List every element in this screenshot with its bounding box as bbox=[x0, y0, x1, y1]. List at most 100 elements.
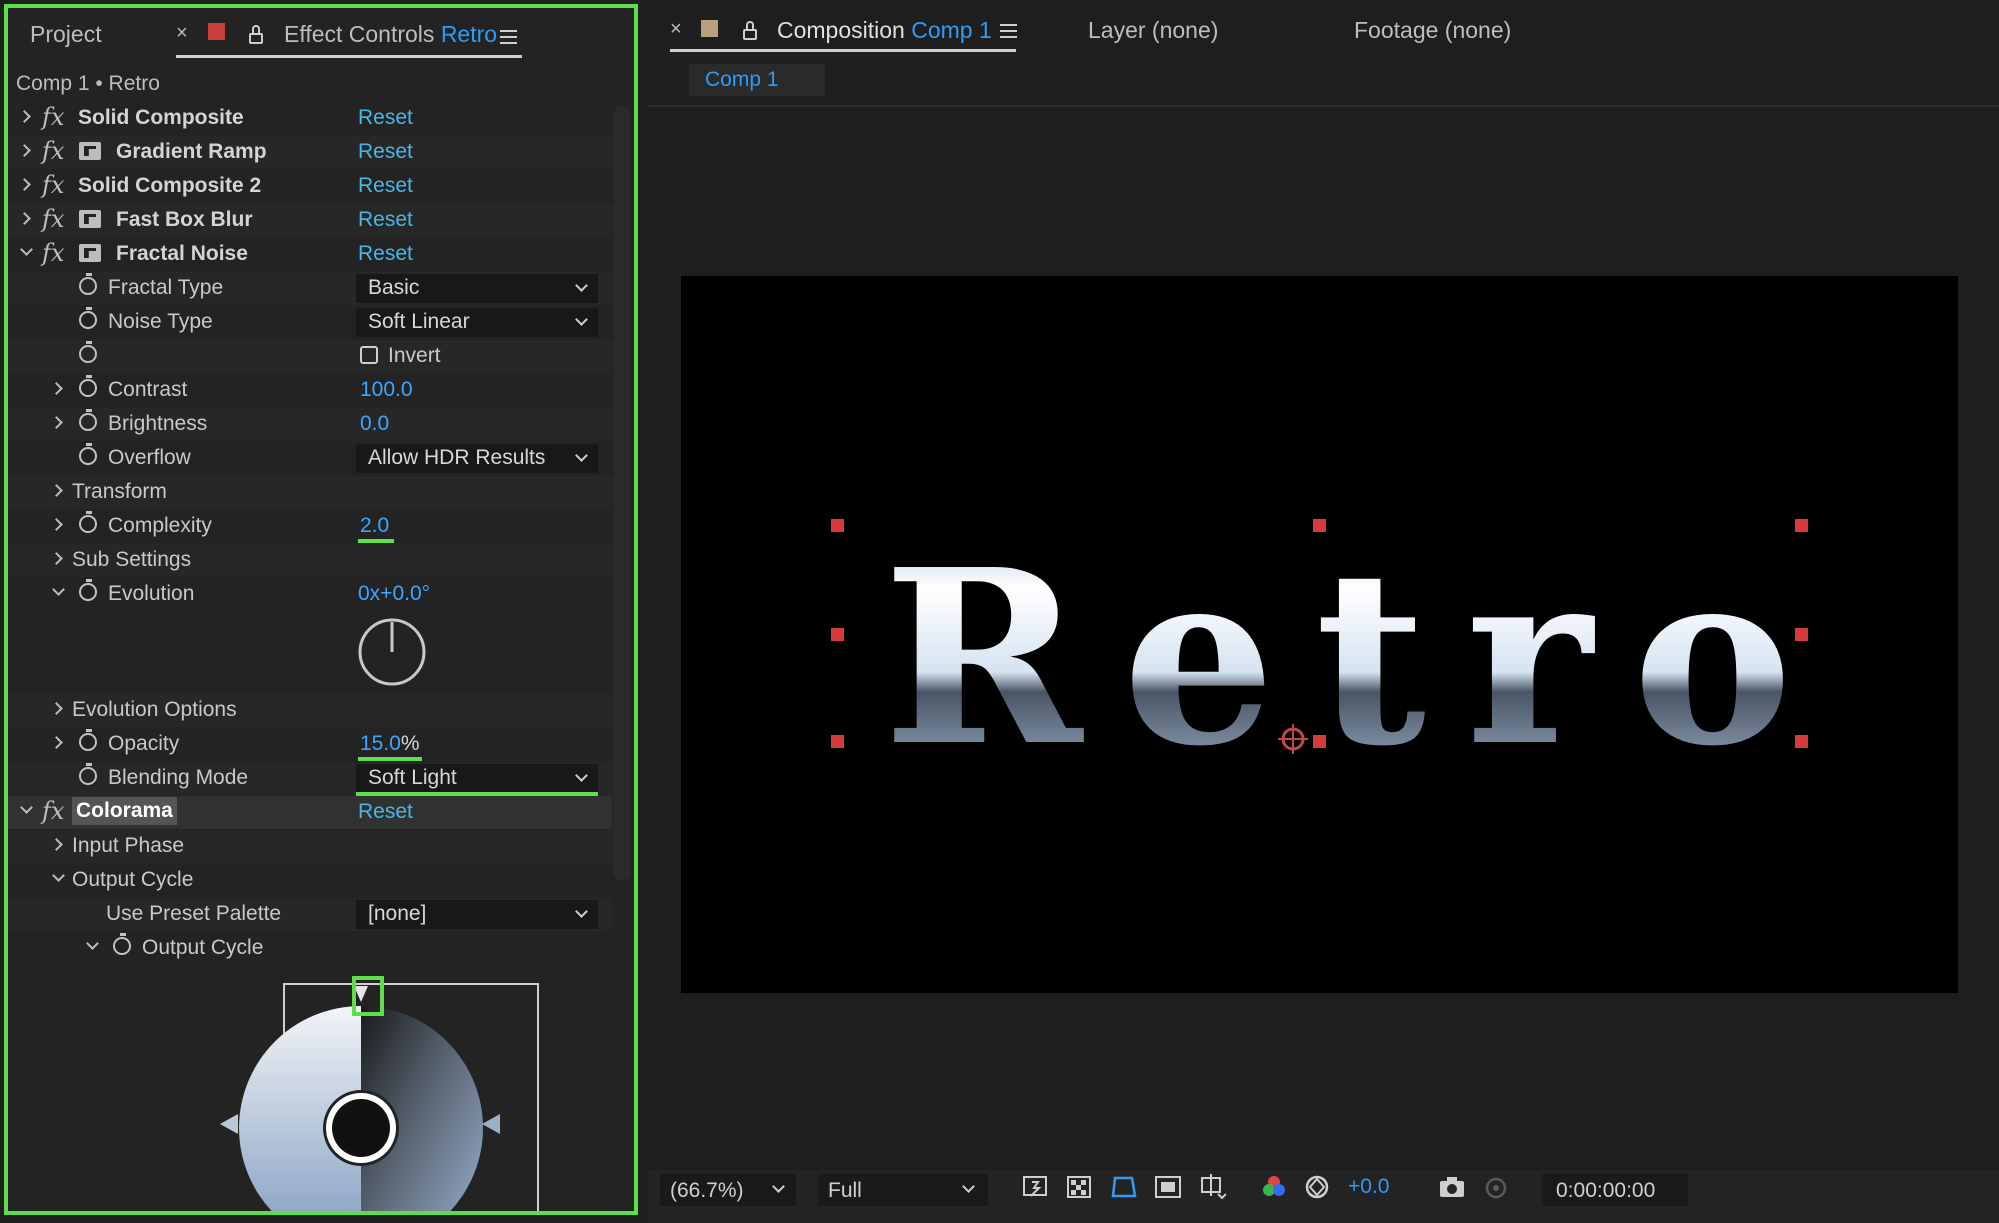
effect-row-solid-composite[interactable]: fx Solid Composite Reset bbox=[8, 102, 612, 135]
chevron-right-icon[interactable] bbox=[50, 382, 63, 395]
exposure-value[interactable]: +0.0 bbox=[1348, 1175, 1389, 1199]
tab-layer[interactable]: Layer (none) bbox=[1088, 17, 1218, 44]
fx-icon[interactable]: fx bbox=[42, 137, 64, 165]
transform-handle[interactable] bbox=[1795, 519, 1808, 532]
property-row-transform[interactable]: Transform bbox=[8, 476, 612, 509]
transparency-grid-icon[interactable] bbox=[1066, 1174, 1094, 1200]
chevron-down-icon[interactable] bbox=[20, 243, 33, 256]
evolution-value[interactable]: 0x+0.0° bbox=[358, 582, 430, 606]
reset-button[interactable]: Reset bbox=[358, 106, 413, 130]
chevron-down-icon[interactable] bbox=[52, 583, 65, 596]
grid-guides-icon[interactable] bbox=[1198, 1174, 1226, 1200]
stopwatch-icon[interactable] bbox=[79, 579, 97, 601]
reset-button[interactable]: Reset bbox=[358, 140, 413, 164]
vertical-scrollbar[interactable] bbox=[613, 106, 631, 881]
close-icon[interactable]: × bbox=[176, 22, 188, 45]
fx-icon[interactable]: fx bbox=[42, 103, 64, 131]
stopwatch-icon[interactable] bbox=[79, 307, 97, 329]
chevron-down-icon[interactable] bbox=[86, 937, 99, 950]
tab-effect-controls[interactable]: Effect Controls Retro bbox=[284, 21, 497, 48]
reset-button[interactable]: Reset bbox=[358, 174, 413, 198]
anchor-point-icon[interactable] bbox=[1276, 722, 1310, 756]
blending-mode-dropdown[interactable]: Soft Light bbox=[356, 764, 598, 793]
reset-button[interactable]: Reset bbox=[358, 208, 413, 232]
panel-menu-icon[interactable] bbox=[1000, 24, 1017, 38]
effect-row-solid-composite-2[interactable]: fx Solid Composite 2 Reset bbox=[8, 170, 612, 203]
lock-icon[interactable] bbox=[743, 21, 757, 40]
lock-icon[interactable] bbox=[249, 25, 263, 44]
channel-icon[interactable] bbox=[1260, 1174, 1288, 1200]
property-row-output-cycle-group[interactable]: Output Cycle bbox=[8, 864, 612, 897]
noise-type-dropdown[interactable]: Soft Linear bbox=[356, 308, 598, 337]
reset-button[interactable]: Reset bbox=[358, 800, 413, 824]
tab-project[interactable]: Project bbox=[30, 21, 102, 48]
zoom-dropdown[interactable]: (66.7%) bbox=[660, 1174, 796, 1206]
chevron-right-icon[interactable] bbox=[18, 212, 31, 225]
stopwatch-icon[interactable] bbox=[79, 511, 97, 533]
effect-row-fast-box-blur[interactable]: fx Fast Box Blur Reset bbox=[8, 204, 612, 237]
complexity-value[interactable]: 2.0 bbox=[360, 514, 389, 538]
chevron-right-icon[interactable] bbox=[50, 484, 63, 497]
stopwatch-icon[interactable] bbox=[113, 933, 131, 955]
stopwatch-icon[interactable] bbox=[79, 341, 97, 363]
chevron-right-icon[interactable] bbox=[50, 702, 63, 715]
invert-checkbox[interactable] bbox=[360, 346, 378, 364]
chevron-right-icon[interactable] bbox=[50, 838, 63, 851]
transform-handle[interactable] bbox=[831, 519, 844, 532]
preset-palette-dropdown[interactable]: [none] bbox=[356, 900, 598, 929]
fx-icon[interactable]: fx bbox=[42, 171, 64, 199]
retro-text-layer[interactable]: Retro bbox=[883, 517, 1833, 799]
property-row-evolution-options[interactable]: Evolution Options bbox=[8, 694, 612, 727]
fx-icon[interactable]: fx bbox=[42, 239, 64, 267]
exposure-reset-icon[interactable] bbox=[1304, 1174, 1332, 1200]
contrast-value[interactable]: 100.0 bbox=[360, 378, 413, 402]
opacity-value[interactable]: 15.0% bbox=[360, 732, 420, 756]
chevron-right-icon[interactable] bbox=[18, 178, 31, 191]
output-cycle-wheel[interactable] bbox=[208, 974, 548, 1215]
property-row-sub-settings[interactable]: Sub Settings bbox=[8, 544, 612, 577]
tab-footage[interactable]: Footage (none) bbox=[1354, 17, 1511, 44]
stopwatch-icon[interactable] bbox=[79, 273, 97, 295]
chevron-down-icon[interactable] bbox=[20, 801, 33, 814]
reset-button[interactable]: Reset bbox=[358, 242, 413, 266]
stopwatch-icon[interactable] bbox=[79, 375, 97, 397]
transform-handle[interactable] bbox=[1313, 519, 1326, 532]
stopwatch-icon[interactable] bbox=[79, 763, 97, 785]
chevron-right-icon[interactable] bbox=[50, 736, 63, 749]
transform-handle[interactable] bbox=[1313, 735, 1326, 748]
transform-handle[interactable] bbox=[831, 628, 844, 641]
show-snapshot-icon[interactable] bbox=[1482, 1174, 1510, 1200]
chevron-right-icon[interactable] bbox=[50, 552, 63, 565]
chevron-right-icon[interactable] bbox=[18, 110, 31, 123]
transform-handle[interactable] bbox=[1795, 735, 1808, 748]
effect-row-colorama[interactable]: fx Colorama Reset bbox=[8, 796, 612, 829]
fx-icon[interactable]: fx bbox=[42, 205, 64, 233]
resolution-dropdown[interactable]: Full bbox=[818, 1174, 988, 1206]
label-color-swatch[interactable] bbox=[208, 23, 225, 40]
chevron-right-icon[interactable] bbox=[50, 416, 63, 429]
camera-snapshot-icon[interactable] bbox=[1438, 1174, 1466, 1200]
composition-viewer[interactable]: Retro bbox=[681, 276, 1958, 993]
comp-navigator-chip[interactable]: Comp 1 bbox=[689, 64, 825, 96]
fx-icon[interactable]: fx bbox=[42, 797, 64, 825]
transform-handle[interactable] bbox=[1795, 628, 1808, 641]
brightness-value[interactable]: 0.0 bbox=[360, 412, 389, 436]
chevron-right-icon[interactable] bbox=[50, 518, 63, 531]
tab-composition[interactable]: Composition Comp 1 bbox=[777, 17, 992, 44]
current-time-display[interactable]: 0:00:00:00 bbox=[1542, 1174, 1688, 1206]
fractal-type-dropdown[interactable]: Basic bbox=[356, 274, 598, 303]
effect-row-fractal-noise[interactable]: fx Fractal Noise Reset bbox=[8, 238, 612, 271]
panel-menu-icon[interactable] bbox=[500, 30, 517, 44]
region-of-interest-icon[interactable] bbox=[1154, 1174, 1182, 1200]
evolution-dial[interactable] bbox=[356, 616, 428, 688]
stopwatch-icon[interactable] bbox=[79, 443, 97, 465]
label-color-swatch[interactable] bbox=[701, 20, 718, 37]
transform-handle[interactable] bbox=[831, 735, 844, 748]
chevron-right-icon[interactable] bbox=[18, 144, 31, 157]
property-row-input-phase[interactable]: Input Phase bbox=[8, 830, 612, 863]
overflow-dropdown[interactable]: Allow HDR Results bbox=[356, 444, 598, 473]
close-icon[interactable]: × bbox=[670, 18, 682, 41]
effect-row-gradient-ramp[interactable]: fx Gradient Ramp Reset bbox=[8, 136, 612, 169]
stopwatch-icon[interactable] bbox=[79, 729, 97, 751]
stopwatch-icon[interactable] bbox=[79, 409, 97, 431]
